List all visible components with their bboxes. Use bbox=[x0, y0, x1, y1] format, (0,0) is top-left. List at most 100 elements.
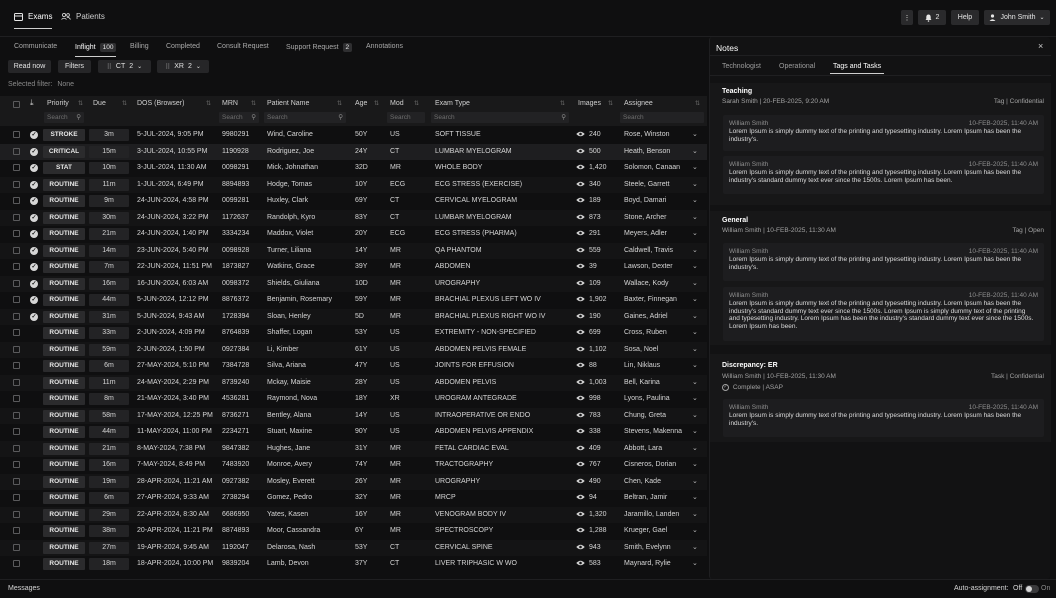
sort-icon[interactable]: ⇅ bbox=[374, 100, 379, 107]
table-row[interactable]: ✓ ROUTINE 7m 22-JUN-2024, 11:51 PM 1873827 Wa… bbox=[0, 259, 707, 276]
note-card[interactable]: William Smith 10-FEB-2025, 11:40 AM Lore… bbox=[723, 156, 1044, 194]
table-row[interactable]: ROUTINE 16m 7-MAY-2024, 8:49 PM 7483920 Monr… bbox=[0, 457, 707, 474]
row-checkbox[interactable] bbox=[13, 362, 20, 369]
chevron-down-icon[interactable]: ⌄ bbox=[692, 312, 698, 320]
mrn-search-input[interactable]: Search ⚲ bbox=[219, 112, 259, 123]
row-checkbox[interactable] bbox=[13, 147, 20, 155]
eye-icon[interactable] bbox=[576, 148, 585, 156]
row-checkbox[interactable] bbox=[13, 296, 20, 303]
eye-icon[interactable] bbox=[576, 494, 585, 502]
filter-chip-xr[interactable]: ⠿ XR 2 ⌄ bbox=[157, 60, 209, 73]
row-checkbox[interactable] bbox=[13, 461, 20, 468]
notes-tab-technologist[interactable]: Technologist bbox=[722, 63, 761, 70]
sort-icon[interactable]: ⇅ bbox=[122, 100, 127, 107]
chevron-down-icon[interactable]: ⌄ bbox=[692, 394, 698, 402]
chevron-down-icon[interactable]: ⌄ bbox=[692, 378, 698, 386]
row-checkbox[interactable] bbox=[13, 428, 20, 435]
eye-icon[interactable] bbox=[576, 560, 585, 568]
chevron-down-icon[interactable]: ⌄ bbox=[692, 543, 698, 551]
table-row[interactable]: ✓ STAT 10m 3-JUL-2024, 11:30 AM 0098291 Mick,… bbox=[0, 160, 707, 177]
chevron-down-icon[interactable]: ⌄ bbox=[692, 345, 698, 353]
row-checkbox[interactable] bbox=[13, 180, 20, 188]
sort-icon[interactable]: ⇅ bbox=[414, 100, 419, 107]
chevron-down-icon[interactable]: ⌄ bbox=[692, 229, 698, 237]
chevron-down-icon[interactable]: ⌄ bbox=[692, 180, 698, 188]
eye-icon[interactable] bbox=[576, 214, 585, 222]
row-checkbox[interactable] bbox=[13, 560, 20, 567]
chevron-down-icon[interactable]: ⌄ bbox=[692, 328, 698, 336]
table-row[interactable]: ✓ ROUTINE 9m 24-JUN-2024, 4:58 PM 0099281 Hux… bbox=[0, 193, 707, 210]
subtab-completed[interactable]: Completed bbox=[166, 43, 200, 50]
subtab-inflight[interactable]: Inflight 100 bbox=[75, 43, 117, 57]
table-row[interactable]: ✓ STROKE 3m 5-JUL-2024, 9:05 PM 9980291 Wind,… bbox=[0, 127, 707, 144]
table-row[interactable]: ROUTINE 18m 18-APR-2024, 10:00 PM 9839204 La… bbox=[0, 556, 707, 573]
chevron-down-icon[interactable]: ⌄ bbox=[692, 163, 698, 171]
subtab-communicate[interactable]: Communicate bbox=[14, 43, 57, 50]
nav-tab-patients[interactable]: Patients bbox=[61, 12, 105, 21]
col-mrn[interactable]: MRN bbox=[222, 100, 238, 107]
chevron-down-icon[interactable]: ⌄ bbox=[692, 130, 698, 138]
note-card[interactable]: William Smith 10-FEB-2025, 11:40 AM Lore… bbox=[723, 287, 1044, 341]
col-assignee[interactable]: Assignee bbox=[624, 100, 653, 107]
table-row[interactable]: ROUTINE 38m 20-APR-2024, 11:21 PM 8874893 Mo… bbox=[0, 523, 707, 540]
note-card[interactable]: William Smith 10-FEB-2025, 11:40 AM Lore… bbox=[723, 399, 1044, 437]
eye-icon[interactable] bbox=[576, 230, 585, 238]
table-row[interactable]: ROUTINE 44m 11-MAY-2024, 11:00 PM 2234271 St… bbox=[0, 424, 707, 441]
note-card[interactable]: William Smith 10-FEB-2025, 11:40 AM Lore… bbox=[723, 243, 1044, 281]
eye-icon[interactable] bbox=[576, 395, 585, 403]
chevron-down-icon[interactable]: ⌄ bbox=[692, 279, 698, 287]
col-images[interactable]: Images bbox=[578, 100, 601, 107]
patient-search-input[interactable]: Search ⚲ bbox=[264, 112, 346, 123]
select-all-checkbox[interactable] bbox=[13, 101, 20, 108]
chevron-down-icon[interactable]: ⌄ bbox=[692, 444, 698, 452]
table-row[interactable]: ✓ ROUTINE 30m 24-JUN-2024, 3:22 PM 1172637 Ra… bbox=[0, 209, 707, 226]
col-mod[interactable]: Mod bbox=[390, 100, 404, 107]
auto-assignment-toggle[interactable] bbox=[1025, 585, 1039, 593]
table-row[interactable]: ✓ ROUTINE 44m 5-JUN-2024, 12:12 PM 8876372 Be… bbox=[0, 292, 707, 309]
eye-icon[interactable] bbox=[576, 197, 585, 205]
row-checkbox[interactable] bbox=[13, 263, 20, 270]
eye-icon[interactable] bbox=[576, 181, 585, 189]
col-due[interactable]: Due bbox=[93, 100, 106, 107]
row-checkbox[interactable] bbox=[13, 213, 20, 221]
sort-icon[interactable]: ⇅ bbox=[608, 100, 613, 107]
subtab-consult-request[interactable]: Consult Request bbox=[217, 43, 269, 50]
eye-icon[interactable] bbox=[576, 544, 585, 552]
row-checkbox[interactable] bbox=[13, 378, 20, 386]
exam-search-input[interactable]: Search ⚲ bbox=[431, 112, 569, 123]
chevron-down-icon[interactable]: ⌄ bbox=[692, 493, 698, 501]
col-dos[interactable]: DOS (Browser) bbox=[137, 100, 184, 107]
nav-tab-exams[interactable]: Exams bbox=[14, 12, 53, 29]
chevron-down-icon[interactable]: ⌄ bbox=[692, 295, 698, 303]
row-checkbox[interactable] bbox=[13, 494, 20, 501]
eye-icon[interactable] bbox=[576, 428, 585, 436]
eye-icon[interactable] bbox=[576, 164, 585, 172]
read-now-button[interactable]: Read now bbox=[8, 60, 51, 73]
eye-icon[interactable] bbox=[576, 131, 585, 139]
assignee-search-input[interactable]: Search bbox=[620, 112, 704, 123]
col-priority[interactable]: Priority bbox=[47, 100, 69, 107]
subtab-support-request[interactable]: Support Request 2 bbox=[286, 43, 353, 52]
sort-icon[interactable]: ⇅ bbox=[78, 100, 83, 107]
row-checkbox[interactable] bbox=[13, 312, 20, 320]
table-row[interactable]: ROUTINE 11m 24-MAY-2024, 2:29 PM 8739240 Mck… bbox=[0, 374, 707, 391]
sort-icon[interactable]: ⇅ bbox=[206, 100, 211, 107]
table-row[interactable]: ROUTINE 33m 2-JUN-2024, 4:09 PM 8764839 Shaf… bbox=[0, 325, 707, 342]
chevron-down-icon[interactable]: ⌄ bbox=[692, 559, 698, 567]
eye-icon[interactable] bbox=[576, 379, 585, 387]
table-row[interactable]: ✓ CRITICAL 15m 3-JUL-2024, 10:55 PM 1190928 R… bbox=[0, 143, 707, 160]
priority-search-input[interactable]: Search ⚲ bbox=[44, 112, 84, 123]
table-row[interactable]: ✓ ROUTINE 16m 16-JUN-2024, 6:03 AM 0098372 Sh… bbox=[0, 275, 707, 292]
row-checkbox[interactable] bbox=[13, 543, 20, 551]
col-age[interactable]: Age bbox=[355, 100, 367, 107]
eye-icon[interactable] bbox=[576, 263, 585, 271]
table-row[interactable]: ROUTINE 19m 28-APR-2024, 11:21 AM 0927382 Mo… bbox=[0, 473, 707, 490]
row-checkbox[interactable] bbox=[13, 131, 20, 138]
notes-tab-operational[interactable]: Operational bbox=[779, 63, 815, 70]
sort-icon[interactable]: ⇅ bbox=[251, 100, 256, 107]
row-checkbox[interactable] bbox=[13, 197, 20, 204]
filter-chip-ct[interactable]: ⠿ CT 2 ⌄ bbox=[98, 60, 151, 73]
subtab-annotations[interactable]: Annotations bbox=[366, 43, 403, 50]
subtab-billing[interactable]: Billing bbox=[130, 43, 149, 50]
eye-icon[interactable] bbox=[576, 478, 585, 486]
